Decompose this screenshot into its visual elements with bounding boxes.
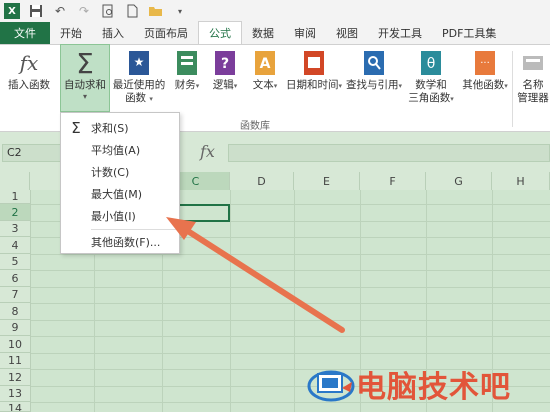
row-header[interactable]: 2 bbox=[0, 204, 30, 221]
tab-file[interactable]: 文件 bbox=[0, 22, 50, 44]
tab-insert[interactable]: 插入 bbox=[92, 22, 134, 44]
computer-logo-icon bbox=[307, 370, 355, 402]
financial-book-icon bbox=[174, 49, 200, 77]
tab-developer[interactable]: 开发工具 bbox=[368, 22, 432, 44]
date-time-button[interactable]: 日期和时间▾ bbox=[285, 49, 343, 93]
math-trig-button[interactable]: θ 数学和 三角函数▾ bbox=[405, 49, 457, 106]
name-box[interactable]: C2 bbox=[2, 144, 68, 162]
text-book-icon: A bbox=[252, 49, 278, 77]
row-header[interactable]: 1 bbox=[0, 190, 30, 204]
tab-review[interactable]: 审阅 bbox=[284, 22, 326, 44]
sigma-icon: Σ bbox=[76, 47, 94, 80]
column-header-f[interactable]: F bbox=[360, 172, 426, 190]
recent-functions-button[interactable]: ★ 最近使用的 函数 ▾ bbox=[110, 49, 168, 106]
lookup-book-icon bbox=[361, 49, 387, 77]
row-header[interactable]: 14 bbox=[0, 402, 30, 412]
redo-icon[interactable]: ↷ bbox=[74, 2, 94, 20]
tab-data[interactable]: 数据 bbox=[242, 22, 284, 44]
save-icon[interactable] bbox=[26, 2, 46, 20]
lookup-reference-button[interactable]: 查找与引用▾ bbox=[345, 49, 403, 93]
theta-book-icon: θ bbox=[418, 49, 444, 77]
row-header[interactable]: 11 bbox=[0, 353, 30, 369]
star-book-icon: ★ bbox=[126, 49, 152, 77]
menu-separator bbox=[91, 229, 177, 230]
menu-item-sum[interactable]: Σ 求和(S) bbox=[61, 117, 179, 139]
row-header[interactable]: 10 bbox=[0, 336, 30, 353]
row-header[interactable]: 7 bbox=[0, 287, 30, 303]
menu-item-more-functions[interactable]: 其他函数(F)... bbox=[61, 231, 179, 253]
qat-dropdown-icon[interactable]: ▾ bbox=[170, 2, 190, 20]
tab-view[interactable]: 视图 bbox=[326, 22, 368, 44]
autosum-dropdown-menu: Σ 求和(S) 平均值(A) 计数(C) 最大值(M) 最小值(I) 其他函数(… bbox=[60, 112, 180, 254]
row-header[interactable]: 3 bbox=[0, 221, 30, 237]
column-header-h[interactable]: H bbox=[492, 172, 550, 190]
logical-button[interactable]: ? 逻辑▾ bbox=[210, 49, 240, 93]
svg-text:θ: θ bbox=[427, 56, 436, 72]
row-header[interactable]: 8 bbox=[0, 303, 30, 320]
text-button[interactable]: A 文本▾ bbox=[250, 49, 280, 93]
tab-page-layout[interactable]: 页面布局 bbox=[134, 22, 198, 44]
quick-access-toolbar: X ↶ ↷ ▾ bbox=[0, 0, 550, 22]
menu-item-average[interactable]: 平均值(A) bbox=[61, 139, 179, 161]
chevron-down-icon: ▾ bbox=[82, 92, 87, 101]
menu-item-min[interactable]: 最小值(I) bbox=[61, 205, 179, 227]
select-all-corner[interactable] bbox=[0, 172, 30, 190]
svg-text:···: ··· bbox=[480, 58, 490, 69]
print-preview-icon[interactable] bbox=[98, 2, 118, 20]
ribbon-tabs: 文件 开始 插入 页面布局 公式 数据 审阅 视图 开发工具 PDF工具集 bbox=[0, 21, 550, 44]
svg-text:?: ? bbox=[221, 56, 229, 72]
tab-pdf-tools[interactable]: PDF工具集 bbox=[432, 22, 496, 44]
tab-home[interactable]: 开始 bbox=[50, 22, 92, 44]
undo-icon[interactable]: ↶ bbox=[50, 2, 70, 20]
watermark-text: 电脑技术吧 bbox=[356, 370, 511, 405]
svg-text:★: ★ bbox=[134, 55, 145, 69]
row-header[interactable]: 9 bbox=[0, 320, 30, 336]
more-book-icon: ··· bbox=[472, 49, 498, 77]
row-header[interactable]: 5 bbox=[0, 254, 30, 270]
sigma-icon: Σ bbox=[71, 119, 81, 137]
insert-function-button[interactable]: fx 插入函数 bbox=[4, 49, 54, 92]
watermark: 电脑技术吧 bbox=[306, 362, 511, 406]
column-header-d[interactable]: D bbox=[230, 172, 294, 190]
financial-button[interactable]: 财务▾ bbox=[172, 49, 202, 93]
chevron-down-icon: ▾ bbox=[149, 95, 153, 103]
row-header[interactable]: 6 bbox=[0, 270, 30, 287]
ribbon-divider bbox=[512, 51, 513, 127]
row-header[interactable]: 13 bbox=[0, 386, 30, 402]
open-icon[interactable] bbox=[146, 2, 166, 20]
new-icon[interactable] bbox=[122, 2, 142, 20]
row-header[interactable]: 12 bbox=[0, 369, 30, 386]
excel-logo-icon: X bbox=[2, 2, 22, 20]
column-header-g[interactable]: G bbox=[426, 172, 492, 190]
fx-icon: fx bbox=[19, 50, 39, 75]
column-header-e[interactable]: E bbox=[294, 172, 360, 190]
calendar-book-icon bbox=[301, 49, 327, 77]
tab-formulas[interactable]: 公式 bbox=[198, 21, 242, 44]
fx-icon[interactable]: fx bbox=[200, 142, 215, 161]
row-header[interactable]: 4 bbox=[0, 237, 30, 254]
group-label-function-library: 函数库 bbox=[240, 121, 270, 132]
autosum-button[interactable]: Σ 自动求和 ▾ bbox=[60, 44, 110, 112]
name-manager-icon bbox=[520, 49, 546, 77]
more-functions-button[interactable]: ··· 其他函数▾ bbox=[460, 49, 510, 93]
name-manager-button[interactable]: 名称 管理器 bbox=[516, 49, 550, 105]
logical-book-icon: ? bbox=[212, 49, 238, 77]
menu-item-count[interactable]: 计数(C) bbox=[61, 161, 179, 183]
svg-text:A: A bbox=[260, 56, 271, 72]
menu-item-max[interactable]: 最大值(M) bbox=[61, 183, 179, 205]
formula-input[interactable] bbox=[228, 144, 550, 162]
